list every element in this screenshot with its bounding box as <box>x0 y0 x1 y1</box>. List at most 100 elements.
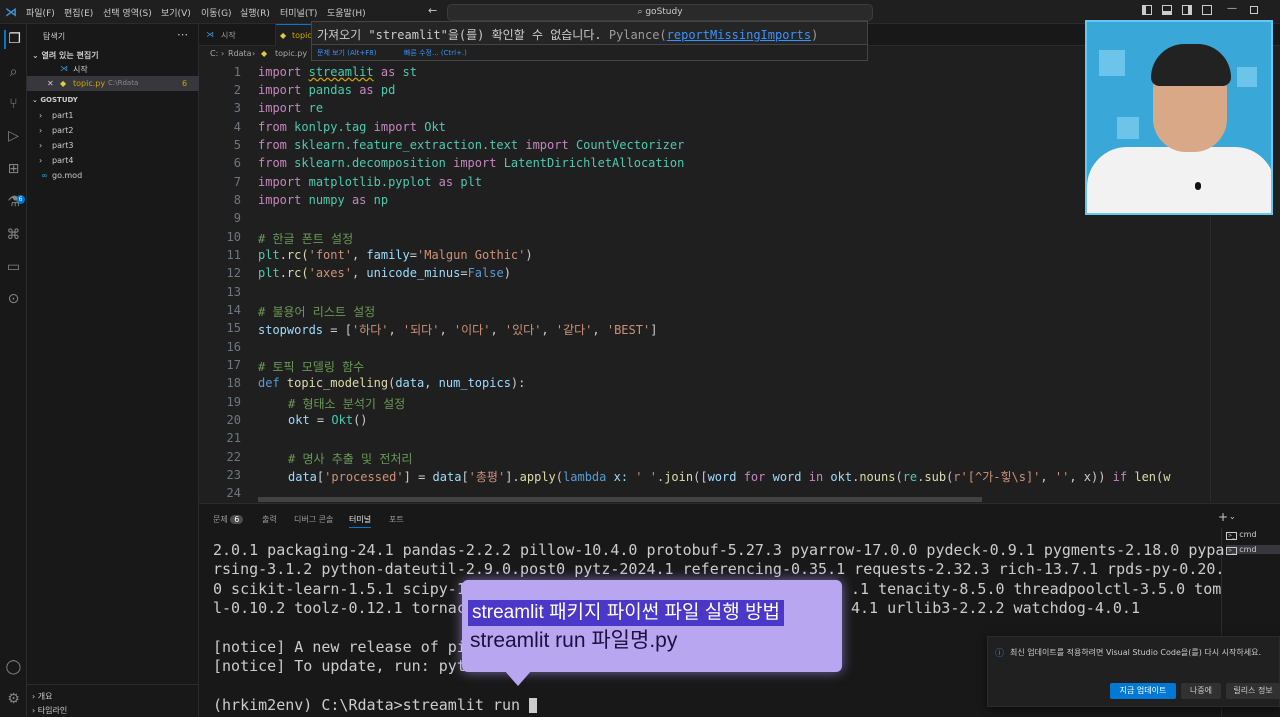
search-icon[interactable]: ⌕ <box>4 63 23 82</box>
tree-item-label: part2 <box>52 126 74 135</box>
later-button[interactable]: 나중에 <box>1181 683 1221 699</box>
line-number: 13 <box>226 285 241 299</box>
open-editor-topic[interactable]: ✕ ◆ topic.py C:\Rdata 6 <box>27 76 199 91</box>
line-number: 6 <box>233 156 241 170</box>
remote-explorer-icon[interactable]: ▭ <box>4 258 23 277</box>
python-icon[interactable]: ⌘ <box>4 226 23 245</box>
open-editor-path: C:\Rdata <box>108 79 139 87</box>
menu-go[interactable]: 이동(G) <box>201 6 232 19</box>
code-editor[interactable]: 1 2 3 4 5 6 7 8 9 10 11 12 13 14 15 16 1… <box>199 62 1210 502</box>
more-actions-icon[interactable]: ⋯ <box>177 28 188 41</box>
toggle-panel-icon[interactable] <box>1162 5 1172 15</box>
tree-item-part4[interactable]: › part4 <box>27 153 199 168</box>
line-number: 11 <box>226 248 241 262</box>
tab-topic-py[interactable]: ◆ topic.py <box>276 24 316 46</box>
breadcrumb-item[interactable]: C: <box>210 49 218 58</box>
workspace-header[interactable]: ⌄ GOSTUDY <box>32 96 78 104</box>
toggle-sidebar-icon[interactable] <box>1142 5 1152 15</box>
explorer-icon[interactable]: ❐ <box>4 30 23 49</box>
line-number: 3 <box>233 101 241 115</box>
testing-icon[interactable]: ⚗ <box>4 193 23 212</box>
go-icon[interactable]: ⊙ <box>4 290 23 309</box>
update-now-button[interactable]: 지금 업데이트 <box>1110 683 1176 699</box>
line-number: 23 <box>226 468 241 482</box>
line-number: 19 <box>226 395 241 409</box>
code-line: plt.rc('axes', unicode_minus=False) <box>258 266 511 280</box>
line-number: 15 <box>226 321 241 335</box>
terminal-line: 2.0.1 packaging-24.1 pandas-2.2.2 pillow… <box>213 541 1225 559</box>
close-icon[interactable]: ✕ <box>47 79 54 88</box>
tab-output[interactable]: 출력 <box>262 514 277 525</box>
menu-view[interactable]: 보기(V) <box>161 6 191 19</box>
tree-item-part3[interactable]: › part3 <box>27 138 199 153</box>
outline-header[interactable]: › 개요 <box>32 691 52 702</box>
tree-item-go-mod[interactable]: ∞ go.mod <box>27 168 199 183</box>
rule-link[interactable]: reportMissingImports <box>667 28 812 42</box>
tree-item-label: part4 <box>52 156 74 165</box>
code-line: import numpy as np <box>258 193 389 207</box>
maximize-icon[interactable] <box>1250 6 1258 14</box>
timeline-header[interactable]: › 타임라인 <box>32 705 67 716</box>
customize-layout-icon[interactable] <box>1202 5 1212 15</box>
chevron-down-icon[interactable]: ⌄ <box>1229 512 1236 521</box>
background-pattern <box>1117 117 1139 139</box>
tab-terminal[interactable]: 터미널 <box>349 514 372 528</box>
tree-item-part1[interactable]: › part1 <box>27 108 199 123</box>
python-file-icon: ◆ <box>60 79 67 88</box>
account-icon[interactable]: ◯ <box>4 658 23 677</box>
code-line: def topic_modeling(data, num_topics): <box>258 376 526 390</box>
extensions-icon[interactable]: ⊞ <box>4 160 23 179</box>
new-terminal-icon[interactable]: + <box>1218 510 1228 524</box>
menu-run[interactable]: 실행(R) <box>240 6 270 19</box>
line-number: 8 <box>233 193 241 207</box>
tab-debug-console[interactable]: 디버그 콘솔 <box>294 514 333 525</box>
background-pattern <box>1099 50 1125 76</box>
command-center-search[interactable]: ⌕ goStudy <box>447 4 873 21</box>
breadcrumb-item[interactable]: topic.py <box>275 49 307 58</box>
tab-start[interactable]: ⋊ 시작 <box>199 24 276 46</box>
menu-file[interactable]: 파일(F) <box>26 6 55 19</box>
problems-badge: 6 <box>230 515 244 524</box>
terminal-line-tail: .1 tenacity-8.5.0 threadpoolctl-3.5.0 to… <box>851 580 1222 598</box>
menu-edit[interactable]: 편집(E) <box>64 6 93 19</box>
terminal-item-active[interactable]: >_ cmd <box>1226 545 1280 555</box>
tree-item-part2[interactable]: › part2 <box>27 123 199 138</box>
code-comment: # 토픽 모델링 함수 <box>258 360 365 374</box>
line-number: 7 <box>233 175 241 189</box>
tab-ports[interactable]: 포트 <box>389 514 404 525</box>
code-line: import streamlit as st <box>258 65 417 79</box>
quick-fix-link[interactable]: 빠른 수정... (Ctrl+.) <box>404 48 467 58</box>
open-editors-header[interactable]: ⌄ 열려 있는 편집기 <box>32 50 99 61</box>
terminal-item[interactable]: >_ cmd <box>1226 530 1257 540</box>
run-debug-icon[interactable]: ▷ <box>4 127 23 146</box>
tab-label: 시작 <box>221 31 236 40</box>
activity-bar: ❐ ⌕ ⑂ ▷ ⊞ 6 ⚗ ⌘ ▭ ⊙ ◯ ⚙ <box>0 24 27 717</box>
line-number: 20 <box>226 413 241 427</box>
open-editor-start[interactable]: ⋊ 시작 <box>27 61 199 76</box>
settings-gear-icon[interactable]: ⚙ <box>4 690 23 709</box>
menu-selection[interactable]: 선택 영역(S) <box>103 6 152 19</box>
source-control-icon[interactable]: ⑂ <box>4 95 23 114</box>
code-comment: # 명사 추출 및 전처리 <box>288 452 413 466</box>
sidebar-title: 탐색기 <box>43 32 66 41</box>
line-number: 4 <box>233 120 241 134</box>
vscode-file-icon: ⋊ <box>60 64 68 73</box>
view-problem-link[interactable]: 문제 보기 (Alt+F8) <box>317 48 377 58</box>
release-notes-button[interactable]: 릴리스 정보 <box>1226 683 1280 699</box>
breadcrumb-item[interactable]: Rdata <box>228 49 252 58</box>
webcam-presenter <box>1085 20 1273 215</box>
tab-problems[interactable]: 문제 6 <box>213 514 244 525</box>
horizontal-scrollbar[interactable] <box>258 497 982 502</box>
terminal-prompt[interactable]: (hrkim2env) C:\Rdata>streamlit run <box>213 696 538 714</box>
back-arrow-icon[interactable]: ← <box>428 4 437 17</box>
line-number: 9 <box>233 211 241 225</box>
toggle-secondary-sidebar-icon[interactable] <box>1182 5 1192 15</box>
caption-pointer <box>504 670 532 686</box>
menu-help[interactable]: 도움말(H) <box>327 6 366 19</box>
menu-terminal[interactable]: 터미널(T) <box>280 6 317 19</box>
line-number: 1 <box>233 65 241 79</box>
tree-item-label: part1 <box>52 111 74 120</box>
minimize-icon[interactable]: — <box>1227 3 1237 14</box>
caption-title: streamlit 패키지 파이썬 파일 실행 방법 <box>468 600 784 626</box>
line-number: 21 <box>226 431 241 445</box>
